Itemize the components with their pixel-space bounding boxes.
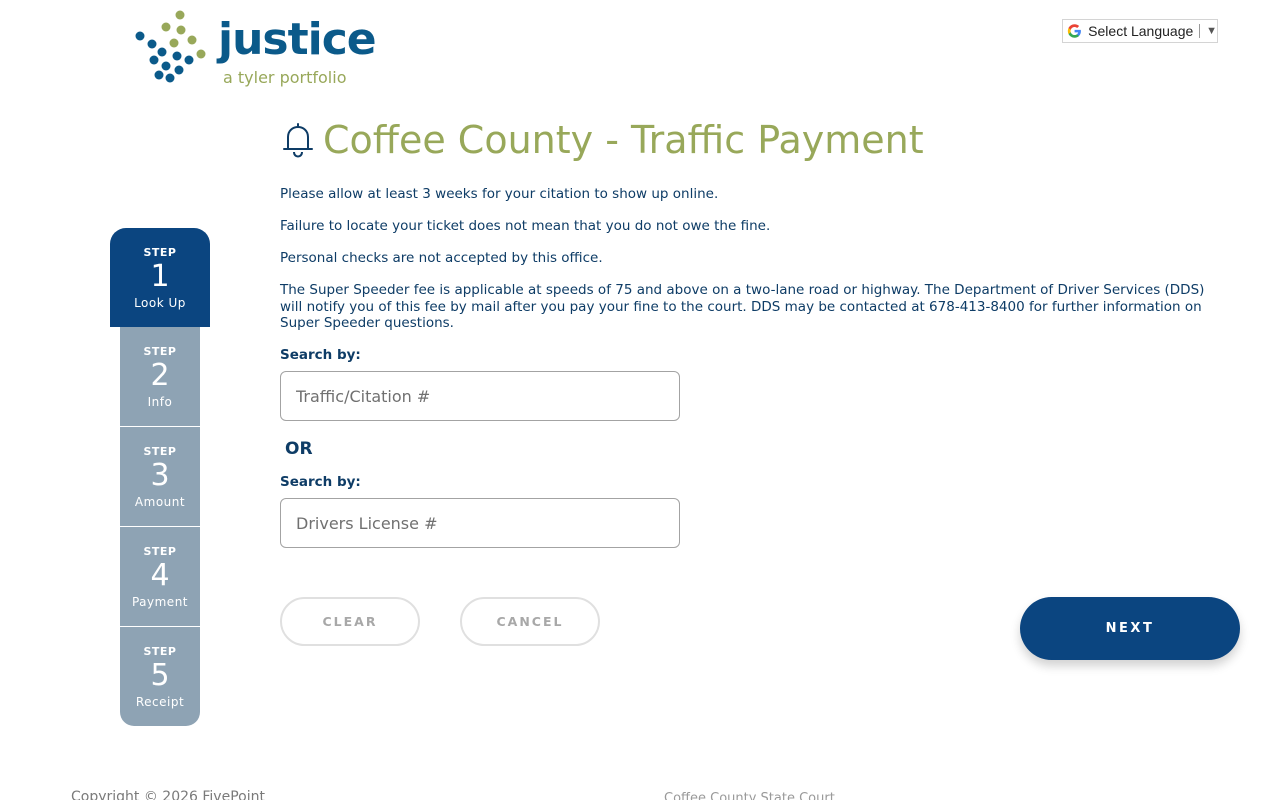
step-word: STEP: [143, 545, 177, 558]
step-name: Amount: [134, 495, 186, 509]
page-header: Coffee County - Traffic Payment: [282, 116, 924, 164]
step-name: Info: [147, 395, 173, 409]
step-number: 5: [150, 658, 170, 693]
logo-wordmark: justice: [218, 14, 377, 65]
page-title: Coffee County - Traffic Payment: [323, 118, 924, 162]
step-word: STEP: [143, 246, 177, 259]
bell-icon: [283, 123, 313, 158]
google-g-icon: [1067, 24, 1081, 38]
step-4-payment: STEP 4 Payment: [120, 527, 200, 626]
step-number: 3: [150, 458, 170, 493]
notice-citation-delay: Please allow at least 3 weeks for your c…: [280, 186, 719, 202]
step-number: 1: [150, 259, 170, 294]
language-selector[interactable]: Select Language ▼: [1062, 19, 1218, 43]
language-label: Select Language: [1088, 23, 1194, 39]
step-name: Look Up: [134, 296, 186, 310]
step-3-amount: STEP 3 Amount: [120, 427, 200, 526]
step-number: 2: [150, 358, 170, 393]
step-name: Receipt: [135, 695, 185, 709]
search-by-label: Search by:: [280, 347, 361, 363]
citation-number-input[interactable]: [280, 371, 680, 421]
notice-ticket-owed: Failure to locate your ticket does not m…: [280, 218, 771, 234]
step-name: Payment: [131, 595, 189, 609]
language-divider: [1199, 24, 1201, 38]
notice-no-checks: Personal checks are not accepted by this…: [280, 250, 603, 266]
clear-button[interactable]: CLEAR: [280, 597, 420, 646]
step-word: STEP: [143, 345, 177, 358]
step-word: STEP: [143, 445, 177, 458]
footer-court-name: Coffee County State Court: [664, 791, 835, 800]
step-word: STEP: [143, 645, 177, 658]
step-1-look-up: STEP 1 Look Up: [110, 228, 210, 327]
step-2-info: STEP 2 Info: [120, 327, 200, 426]
justice-logo: justice a tyler portfolio: [132, 8, 377, 94]
next-button[interactable]: NEXT: [1020, 597, 1240, 660]
drivers-license-input[interactable]: [280, 498, 680, 548]
footer-copyright: Copyright © 2026 FivePoint: [71, 789, 265, 800]
step-5-receipt: STEP 5 Receipt: [120, 627, 200, 726]
or-separator: OR: [285, 439, 313, 459]
logo-tagline: a tyler portfolio: [223, 68, 347, 87]
dropdown-arrow-icon: ▼: [1206, 25, 1217, 37]
notice-super-speeder: The Super Speeder fee is applicable at s…: [280, 282, 1205, 331]
search-by-label-2: Search by:: [280, 474, 361, 490]
cancel-button[interactable]: CANCEL: [460, 597, 600, 646]
step-number: 4: [150, 558, 170, 593]
logo-dots-icon: [135, 10, 206, 83]
